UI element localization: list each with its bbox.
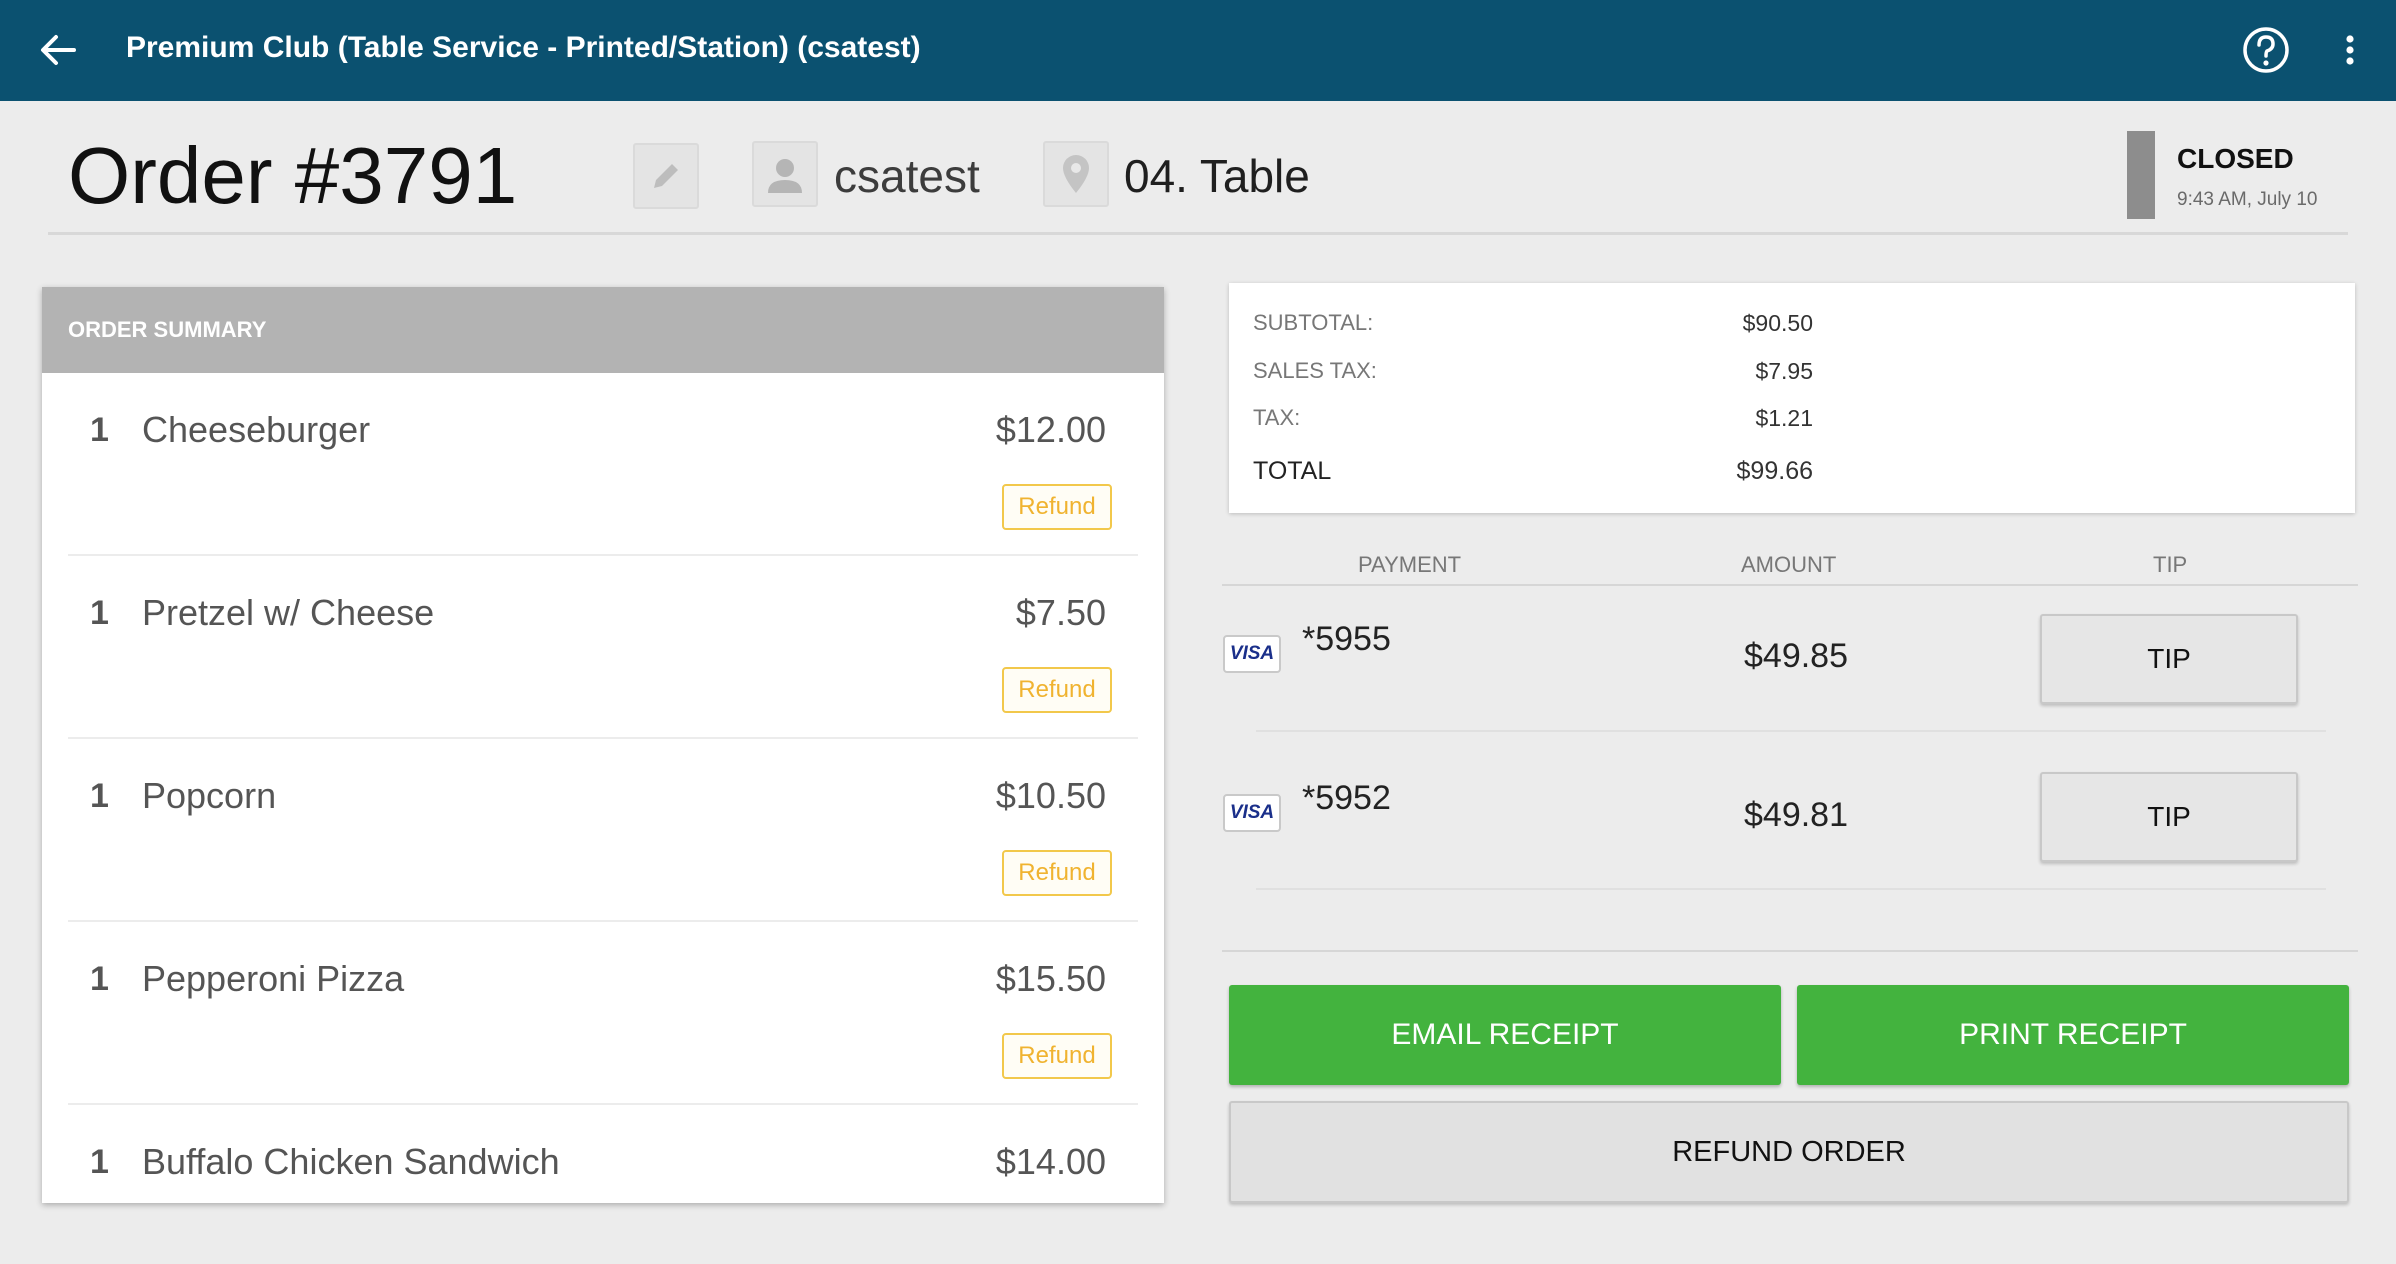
order-title: Order #3791 bbox=[68, 131, 518, 220]
payment-card-number: *5952 bbox=[1302, 779, 1391, 817]
total-value: $99.66 bbox=[1736, 457, 1813, 485]
order-user: csatest bbox=[834, 150, 980, 202]
header-divider bbox=[48, 232, 2348, 235]
item-quantity: 1 bbox=[90, 960, 109, 998]
user-avatar bbox=[752, 141, 818, 207]
visa-card-icon: VISA bbox=[1223, 794, 1281, 832]
app-title: Premium Club (Table Service - Printed/St… bbox=[126, 31, 921, 64]
item-price: $14.00 bbox=[995, 1141, 1106, 1182]
item-price: $12.00 bbox=[995, 409, 1106, 450]
item-quantity: 1 bbox=[90, 411, 109, 449]
total-label: TOTAL bbox=[1253, 457, 1332, 485]
item-price: $7.50 bbox=[1015, 592, 1106, 633]
item-price: $10.50 bbox=[995, 775, 1106, 816]
order-item: 1 Popcorn $10.50 Refund bbox=[68, 739, 1138, 922]
tip-button[interactable]: TIP bbox=[2040, 772, 2298, 862]
edit-order-button[interactable] bbox=[633, 143, 699, 209]
item-name: Popcorn bbox=[142, 775, 277, 816]
item-quantity: 1 bbox=[90, 594, 109, 632]
item-name: Cheeseburger bbox=[142, 409, 371, 450]
item-name: Pretzel w/ Cheese bbox=[142, 592, 435, 633]
refund-item-button[interactable]: Refund bbox=[1002, 484, 1112, 530]
order-item: 1 Pepperoni Pizza $15.50 Refund bbox=[68, 922, 1138, 1105]
email-receipt-button[interactable]: EMAIL RECEIPT bbox=[1229, 985, 1781, 1085]
tip-button[interactable]: TIP bbox=[2040, 614, 2298, 704]
order-status: CLOSED bbox=[2177, 143, 2294, 174]
tax-value: $1.21 bbox=[1755, 405, 1813, 431]
status-indicator bbox=[2127, 131, 2155, 219]
subtotal-value: $90.50 bbox=[1742, 310, 1813, 336]
payment-column-header: PAYMENT bbox=[1358, 552, 1462, 577]
payment-card-number: *5955 bbox=[1302, 620, 1391, 658]
print-receipt-button[interactable]: PRINT RECEIPT bbox=[1797, 985, 2349, 1085]
item-quantity: 1 bbox=[90, 777, 109, 815]
amount-column-header: AMOUNT bbox=[1741, 552, 1837, 577]
payment-row-divider bbox=[1256, 888, 2326, 890]
refund-item-button[interactable]: Refund bbox=[1002, 850, 1112, 896]
sales-tax-row: SALES TAX: $7.95 bbox=[1253, 358, 1813, 398]
back-arrow-icon[interactable] bbox=[32, 24, 84, 76]
tax-row: TAX: $1.21 bbox=[1253, 405, 1813, 445]
item-name: Buffalo Chicken Sandwich bbox=[142, 1141, 560, 1182]
more-options-icon[interactable] bbox=[2332, 22, 2368, 78]
item-price: $15.50 bbox=[995, 958, 1106, 999]
order-item: 1 Pretzel w/ Cheese $7.50 Refund bbox=[68, 556, 1138, 739]
payment-row-divider bbox=[1256, 730, 2326, 732]
refund-item-button[interactable]: Refund bbox=[1002, 1033, 1112, 1079]
order-item: 1 Buffalo Chicken Sandwich $14.00 bbox=[68, 1105, 1138, 1203]
person-icon bbox=[768, 159, 802, 193]
pencil-icon bbox=[654, 164, 678, 188]
help-icon[interactable] bbox=[2238, 22, 2294, 78]
order-status-time: 9:43 AM, July 10 bbox=[2177, 189, 2318, 210]
total-row: TOTAL $99.66 bbox=[1253, 457, 1813, 497]
item-name: Pepperoni Pizza bbox=[142, 958, 405, 999]
payments-header-divider bbox=[1222, 584, 2358, 586]
order-location: 04. Table bbox=[1124, 150, 1310, 202]
location-pin-icon bbox=[1063, 155, 1089, 193]
order-summary-header: ORDER SUMMARY bbox=[42, 287, 1164, 373]
order-summary-panel[interactable]: ORDER SUMMARY 1 Cheeseburger $12.00 Refu… bbox=[42, 287, 1164, 1203]
tip-column-header: TIP bbox=[2153, 552, 2188, 577]
sales-tax-label: SALES TAX: bbox=[1253, 358, 1377, 383]
actions-divider bbox=[1222, 950, 2358, 952]
totals-panel: SUBTOTAL: $90.50 SALES TAX: $7.95 TAX: $… bbox=[1229, 283, 2355, 513]
sales-tax-value: $7.95 bbox=[1755, 358, 1813, 384]
location-marker bbox=[1043, 141, 1109, 207]
tax-label: TAX: bbox=[1253, 405, 1301, 430]
item-quantity: 1 bbox=[90, 1143, 109, 1181]
refund-item-button[interactable]: Refund bbox=[1002, 667, 1112, 713]
app-bar: Premium Club (Table Service - Printed/St… bbox=[0, 0, 2396, 101]
subtotal-row: SUBTOTAL: $90.50 bbox=[1253, 310, 1813, 350]
payment-amount: $49.81 bbox=[1744, 796, 1848, 834]
subtotal-label: SUBTOTAL: bbox=[1253, 310, 1374, 335]
visa-card-icon: VISA bbox=[1223, 635, 1281, 673]
refund-order-button[interactable]: REFUND ORDER bbox=[1229, 1101, 2349, 1203]
payment-amount: $49.85 bbox=[1744, 637, 1848, 675]
order-item: 1 Cheeseburger $12.00 Refund bbox=[68, 373, 1138, 556]
